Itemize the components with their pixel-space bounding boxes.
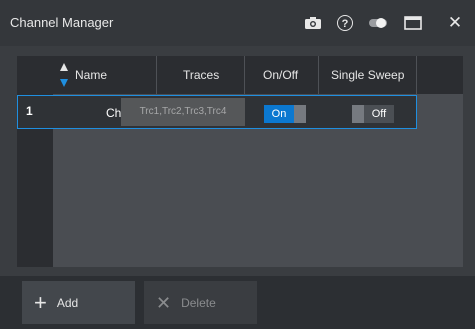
column-header-traces[interactable]: Traces <box>157 56 245 94</box>
column-header-single-sweep-label: Single Sweep <box>331 68 405 82</box>
channel-table: Name Traces On/Off Single Sweep 1 Ch1 Tr… <box>17 56 463 267</box>
on-off-toggle-knob <box>294 105 306 123</box>
column-header-on-off[interactable]: On/Off <box>245 56 319 94</box>
toggle-display-icon[interactable] <box>367 13 389 33</box>
single-sweep-toggle-label: Off <box>364 105 394 123</box>
add-button[interactable]: + Add <box>22 281 135 324</box>
single-sweep-toggle-knob <box>352 105 364 123</box>
plus-icon: + <box>34 289 47 315</box>
single-sweep-toggle[interactable]: Off <box>352 105 396 123</box>
add-button-label: Add <box>56 295 79 310</box>
row-index-column <box>17 56 53 267</box>
window-title: Channel Manager <box>10 15 114 30</box>
on-off-toggle-label: On <box>264 105 294 123</box>
table-row[interactable]: 1 Ch1 Trc1,Trc2,Trc3,Trc4 On Off <box>17 95 417 129</box>
delete-x-icon: ✕ <box>156 292 172 313</box>
column-header-name[interactable]: Name <box>53 56 157 94</box>
title-bar: Channel Manager ? ✕ <box>0 0 475 46</box>
column-header-on-off-label: On/Off <box>263 68 299 82</box>
sort-icon <box>60 63 68 87</box>
maximize-icon[interactable] <box>402 13 424 33</box>
camera-icon[interactable] <box>302 13 324 33</box>
column-header-single-sweep[interactable]: Single Sweep <box>319 56 417 94</box>
delete-button[interactable]: ✕ Delete <box>144 281 257 324</box>
column-header-traces-label: Traces <box>183 68 220 82</box>
close-icon[interactable]: ✕ <box>444 13 466 33</box>
delete-button-label: Delete <box>181 295 216 310</box>
row-index: 1 <box>26 104 33 118</box>
traces-cell[interactable]: Trc1,Trc2,Trc3,Trc4 <box>121 98 245 126</box>
column-header-filler <box>417 56 463 94</box>
help-icon[interactable]: ? <box>334 13 356 33</box>
bottom-toolbar: + Add ✕ Delete <box>0 276 475 329</box>
on-off-toggle[interactable]: On <box>264 105 308 123</box>
column-header-name-label: Name <box>75 68 108 82</box>
